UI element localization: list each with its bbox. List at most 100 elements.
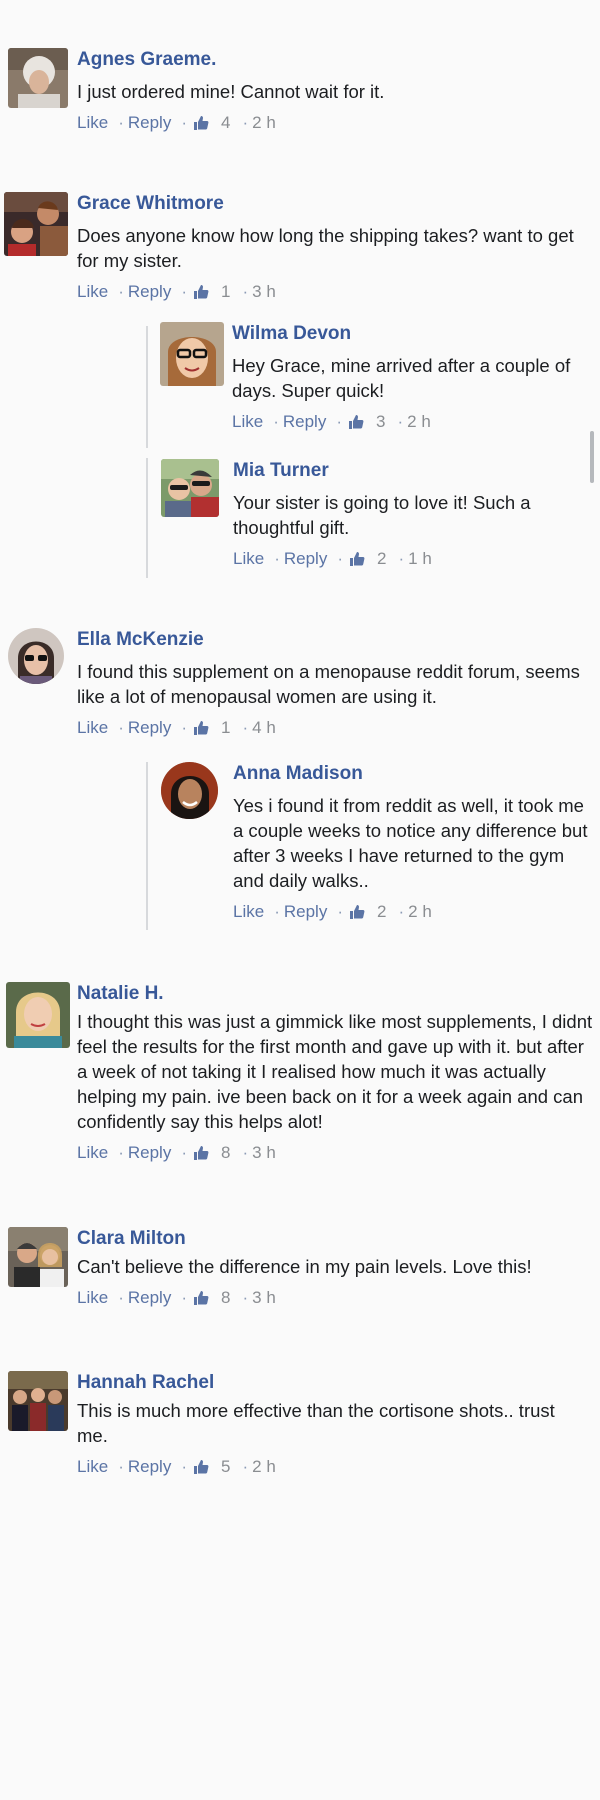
thumbs-up-icon[interactable] (193, 1290, 209, 1306)
comment-actions: Like · Reply · 8 · 3 h (77, 1142, 593, 1164)
comment-body: Anna Madison Yes i found it from reddit … (233, 762, 593, 923)
separator: · (336, 412, 342, 431)
like-button[interactable]: Like (77, 112, 108, 134)
commenter-name[interactable]: Grace Whitmore (77, 192, 589, 216)
separator: · (181, 1457, 187, 1476)
comment-actions: Like · Reply · 2 · 1 h (233, 548, 593, 570)
reaction-count: 4 (221, 113, 231, 132)
thumbs-up-icon[interactable] (193, 1145, 209, 1161)
separator: · (242, 282, 249, 301)
comment-body: Clara Milton Can't believe the differenc… (77, 1227, 597, 1309)
separator: · (118, 1457, 124, 1476)
comment-text: This is much more effective than the cor… (77, 1400, 555, 1446)
thumbs-up-icon[interactable] (349, 904, 365, 920)
separator: · (398, 549, 405, 568)
like-button[interactable]: Like (233, 548, 264, 570)
commenter-name[interactable]: Mia Turner (233, 459, 593, 483)
commenter-name[interactable]: Ella McKenzie (77, 628, 587, 652)
scrollbar[interactable] (590, 431, 594, 483)
comment-actions: Like · Reply · 4 · 2 h (77, 112, 587, 134)
avatar[interactable] (8, 628, 64, 684)
comment-body: Ella McKenzie I found this supplement on… (77, 628, 587, 739)
separator: · (118, 113, 124, 132)
comment-actions: Like · Reply · 3 · 2 h (232, 411, 592, 433)
comment-actions: Like · Reply · 1 · 4 h (77, 717, 587, 739)
reaction-count: 3 (376, 412, 386, 431)
like-button[interactable]: Like (232, 411, 263, 433)
separator: · (337, 902, 343, 921)
timestamp: 1 h (408, 549, 432, 568)
reply-button[interactable]: Reply (128, 1142, 171, 1164)
separator: · (181, 1143, 187, 1162)
commenter-name[interactable]: Natalie H. (77, 982, 593, 1006)
commenter-name[interactable]: Agnes Graeme. (77, 48, 587, 72)
reply-button[interactable]: Reply (284, 548, 327, 570)
separator: · (242, 113, 249, 132)
timestamp: 2 h (252, 1457, 276, 1476)
commenter-name[interactable]: Clara Milton (77, 1227, 597, 1251)
separator: · (242, 718, 249, 737)
reaction-count: 1 (221, 282, 231, 301)
commenter-name[interactable]: Hannah Rachel (77, 1371, 577, 1395)
like-button[interactable]: Like (77, 1456, 108, 1478)
like-button[interactable]: Like (233, 901, 264, 923)
commenter-name[interactable]: Anna Madison (233, 762, 593, 786)
like-button[interactable]: Like (77, 717, 108, 739)
separator: · (118, 1143, 124, 1162)
comment-text: Your sister is going to love it! Such a … (233, 492, 531, 538)
reaction-count: 8 (221, 1143, 231, 1162)
comment-actions: Like · Reply · 5 · 2 h (77, 1456, 577, 1478)
avatar[interactable] (161, 459, 219, 517)
separator: · (398, 902, 405, 921)
thumbs-up-icon[interactable] (349, 551, 365, 567)
avatar[interactable] (8, 1371, 68, 1431)
commenter-name[interactable]: Wilma Devon (232, 322, 592, 346)
comment-actions: Like · Reply · 1 · 3 h (77, 281, 589, 303)
reply-button[interactable]: Reply (128, 1456, 171, 1478)
reaction-count: 5 (221, 1457, 231, 1476)
avatar[interactable] (8, 1227, 68, 1287)
separator: · (181, 113, 187, 132)
thumbs-up-icon[interactable] (193, 720, 209, 736)
thumbs-up-icon[interactable] (193, 284, 209, 300)
comment-body: Agnes Graeme. I just ordered mine! Canno… (77, 48, 587, 134)
avatar[interactable] (6, 982, 70, 1048)
reaction-count: 8 (221, 1288, 231, 1307)
separator: · (118, 1288, 124, 1307)
separator: · (242, 1288, 249, 1307)
comment-text: I found this supplement on a menopause r… (77, 661, 580, 707)
reply-button[interactable]: Reply (128, 281, 171, 303)
reply-button[interactable]: Reply (283, 411, 326, 433)
like-button[interactable]: Like (77, 281, 108, 303)
comment-text: I thought this was just a gimmick like m… (77, 1011, 593, 1132)
timestamp: 3 h (252, 1143, 276, 1162)
separator: · (274, 902, 280, 921)
like-button[interactable]: Like (77, 1287, 108, 1309)
separator: · (181, 282, 187, 301)
comment-text: I just ordered mine! Cannot wait for it. (77, 81, 385, 102)
avatar[interactable] (8, 48, 68, 108)
reply-button[interactable]: Reply (128, 1287, 171, 1309)
comment-text: Hey Grace, mine arrived after a couple o… (232, 355, 571, 401)
separator: · (273, 412, 279, 431)
thumbs-up-icon[interactable] (193, 115, 209, 131)
separator: · (181, 718, 187, 737)
reply-thread-line (146, 458, 148, 578)
reply-button[interactable]: Reply (284, 901, 327, 923)
reply-button[interactable]: Reply (128, 717, 171, 739)
avatar[interactable] (160, 322, 224, 386)
separator: · (397, 412, 404, 431)
separator: · (242, 1457, 249, 1476)
thumbs-up-icon[interactable] (348, 414, 364, 430)
comment-body: Grace Whitmore Does anyone know how long… (77, 192, 589, 303)
avatar[interactable] (161, 762, 218, 819)
separator: · (181, 1288, 187, 1307)
timestamp: 2 h (407, 412, 431, 431)
reply-button[interactable]: Reply (128, 112, 171, 134)
like-button[interactable]: Like (77, 1142, 108, 1164)
avatar[interactable] (4, 192, 68, 256)
comment-actions: Like · Reply · 8 · 3 h (77, 1287, 597, 1309)
thumbs-up-icon[interactable] (193, 1459, 209, 1475)
timestamp: 3 h (252, 1288, 276, 1307)
timestamp: 2 h (252, 113, 276, 132)
